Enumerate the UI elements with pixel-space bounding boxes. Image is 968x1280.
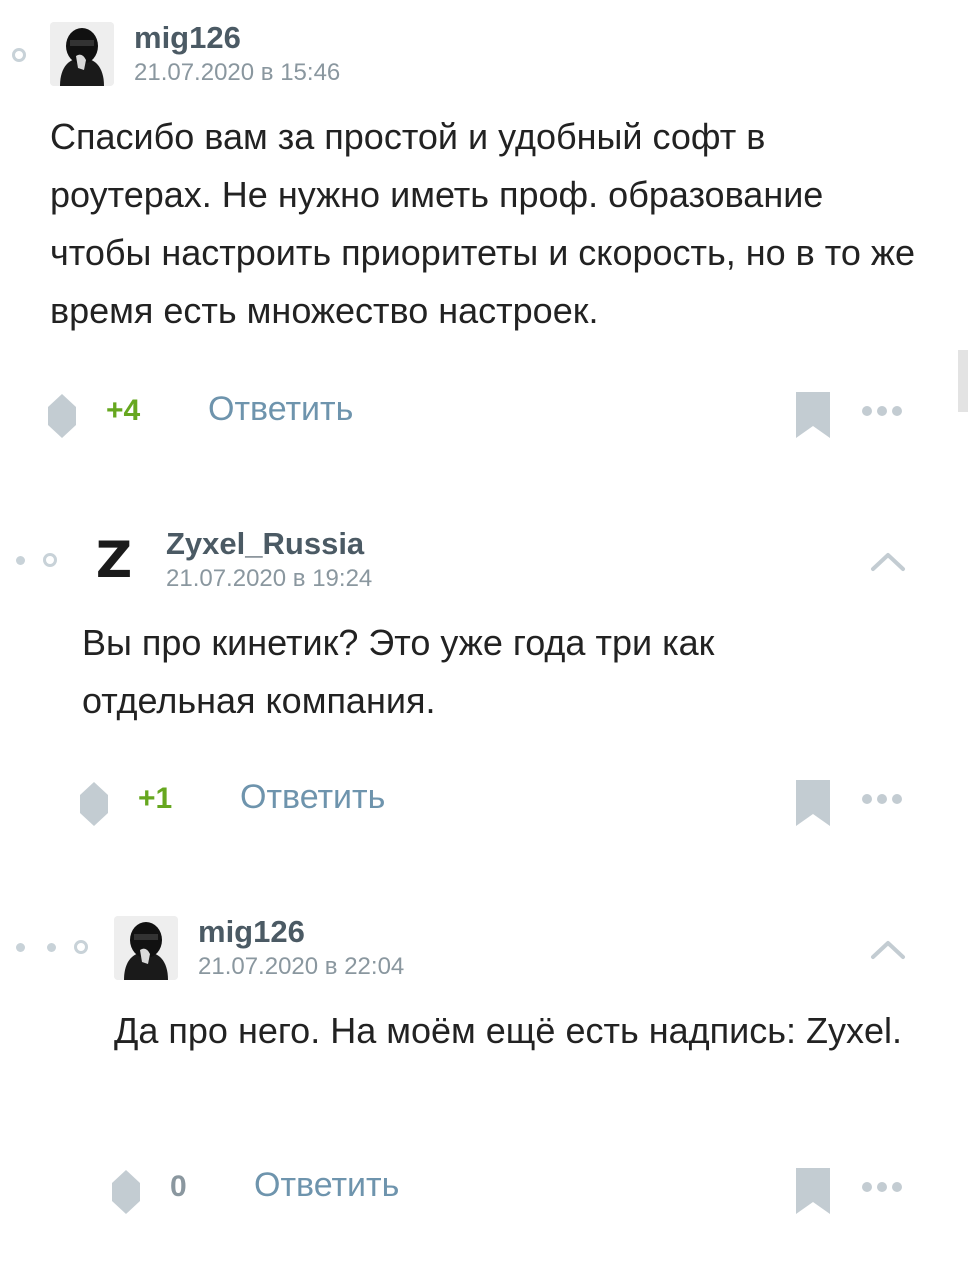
reply-button[interactable]: Ответить [240, 780, 385, 814]
collapse-icon[interactable] [870, 938, 906, 960]
comment-actions: +1 Ответить [0, 778, 968, 828]
comments-thread: mig126 21.07.2020 в 15:46 Спасибо вам за… [0, 0, 968, 1280]
zyxel-logo-letter: Z [95, 531, 133, 589]
thread-node-icon [43, 553, 57, 567]
avatar[interactable] [50, 22, 114, 86]
bookmark-icon[interactable] [796, 1168, 830, 1214]
more-options-icon[interactable] [862, 406, 902, 416]
more-options-icon[interactable] [862, 1182, 902, 1192]
thread-depth-indicator [16, 553, 57, 567]
thread-depth-indicator [16, 940, 88, 954]
comment-author[interactable]: mig126 [198, 916, 305, 947]
bookmark-icon[interactable] [796, 780, 830, 826]
masked-person-avatar-icon [50, 22, 114, 86]
vote-icon[interactable] [112, 1170, 140, 1214]
comment-text: Да про него. На моём ещё есть надпись: Z… [114, 1010, 902, 1051]
thread-depth-dot [16, 555, 25, 565]
comment-score: +1 [138, 782, 173, 815]
comment-date: 21.07.2020 в 15:46 [134, 59, 341, 86]
reply-button[interactable]: Ответить [208, 392, 353, 426]
comment-actions: 0 Ответить [0, 1166, 968, 1216]
comment-date: 21.07.2020 в 19:24 [166, 565, 373, 592]
thread-depth-indicator [12, 48, 26, 62]
collapse-icon[interactable] [870, 550, 906, 572]
thread-depth-dot [47, 942, 56, 952]
reply-button[interactable]: Ответить [254, 1168, 399, 1202]
thread-node-icon [74, 940, 88, 954]
vote-icon[interactable] [80, 782, 108, 826]
vote-icon[interactable] [48, 394, 76, 438]
comment-text: Спасибо вам за простой и удобный софт в … [50, 116, 916, 331]
comment-text: Вы про кинетик? Это уже года три как отд… [82, 622, 715, 721]
comment-actions: +4 Ответить [0, 390, 968, 440]
avatar[interactable] [114, 916, 178, 980]
more-options-icon[interactable] [862, 794, 902, 804]
comment-author[interactable]: Zyxel_Russia [166, 528, 364, 559]
thread-depth-dot [16, 942, 25, 952]
comment-date: 21.07.2020 в 22:04 [198, 953, 405, 980]
zyxel-logo-icon[interactable]: Z [82, 528, 146, 592]
comment-score: 0 [170, 1170, 187, 1203]
comment-score: +4 [106, 394, 141, 427]
thread-node-icon [12, 48, 26, 62]
comment-author[interactable]: mig126 [134, 22, 241, 53]
bookmark-icon[interactable] [796, 392, 830, 438]
masked-person-avatar-icon [114, 916, 178, 980]
